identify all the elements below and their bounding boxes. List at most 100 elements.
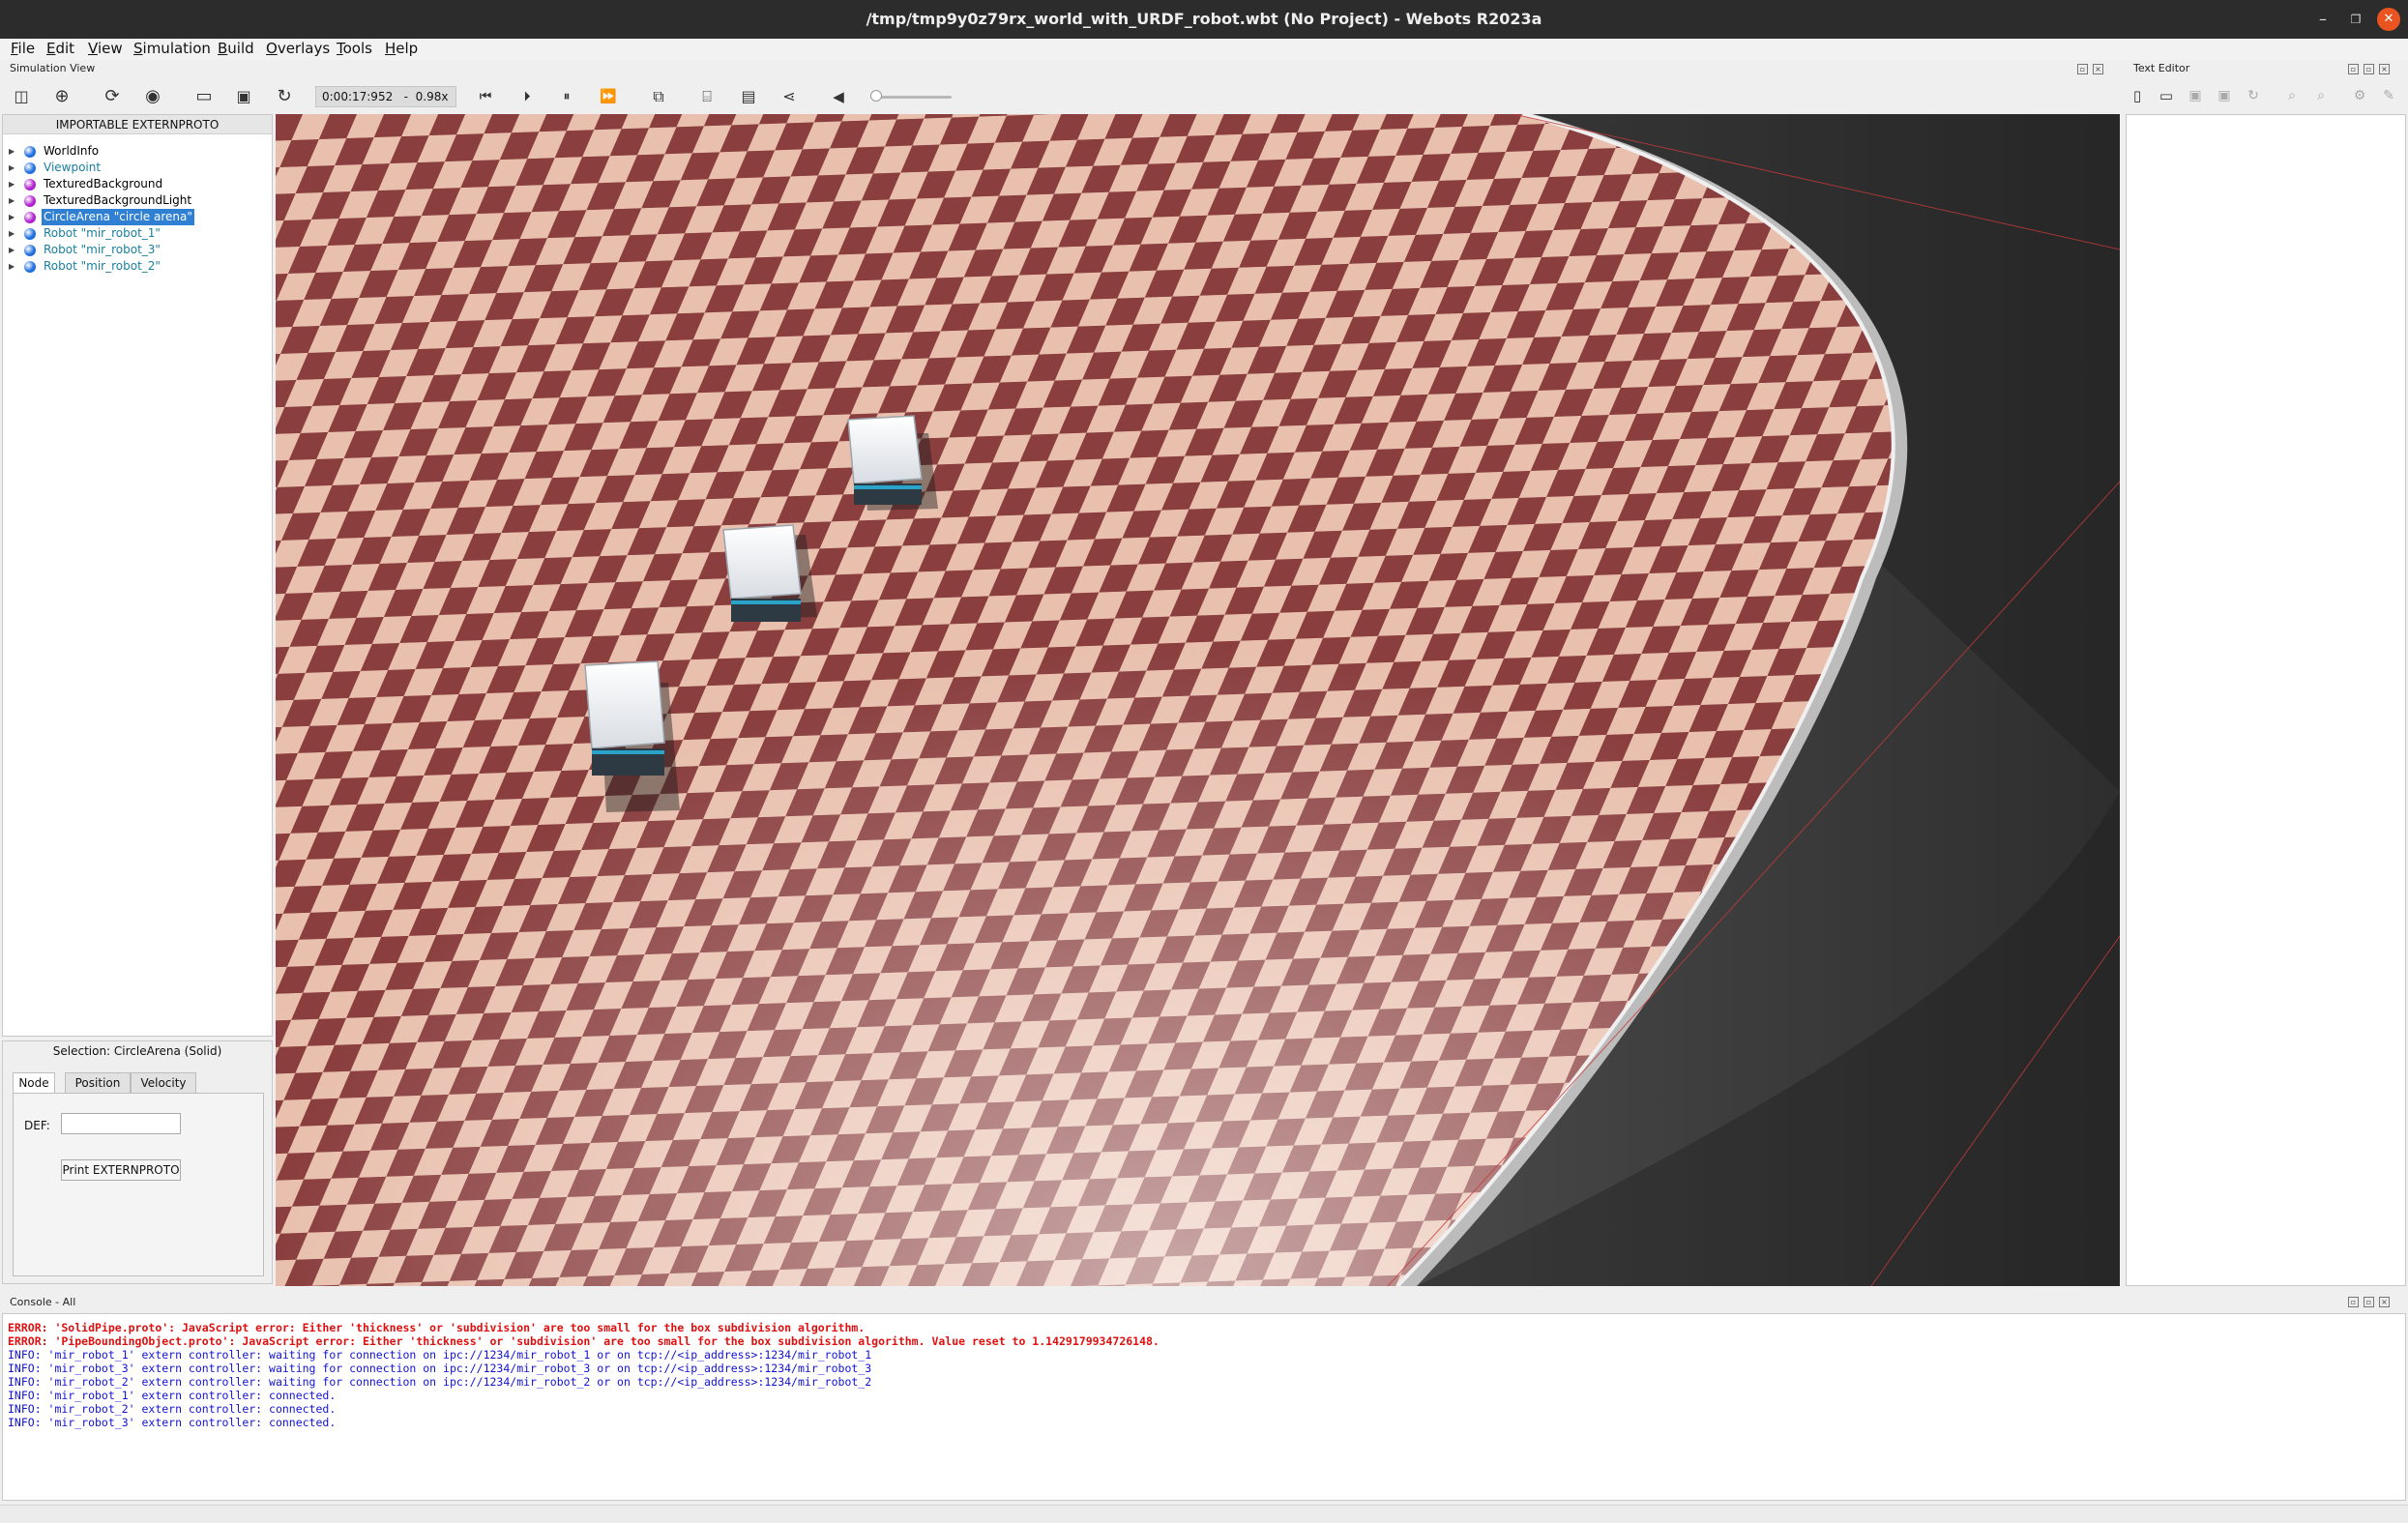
scene-tree-panel: IMPORTABLE EXTERNPROTO ▶ WorldInfo ▶ Viewpo… [2, 114, 273, 1037]
scene-tree-item[interactable]: ▶ CircleArena "circle arena" [3, 209, 272, 225]
volume-slider-track[interactable] [870, 96, 952, 99]
expand-arrow-icon[interactable]: ▶ [9, 160, 15, 176]
node-sphere-icon [24, 212, 36, 223]
menu-view[interactable]: View [88, 40, 123, 57]
maximize-icon[interactable]: ❐ [2344, 8, 2367, 31]
menu-bar: File Edit View Simulation Build Overlays… [0, 39, 2408, 60]
view-eye-icon[interactable]: ◉ [141, 85, 164, 108]
menu-file[interactable]: File [11, 40, 35, 57]
status-bar [0, 1505, 2408, 1523]
def-label: DEF: [24, 1119, 50, 1132]
tab-velocity[interactable]: Velocity [131, 1072, 196, 1094]
expand-arrow-icon[interactable]: ▶ [9, 225, 15, 242]
selection-panel: Selection: CircleArena (Solid) Node Posi… [2, 1040, 273, 1284]
build-gear-icon[interactable]: ⚙ [2348, 84, 2371, 107]
save-file-icon[interactable]: ▣ [2184, 84, 2207, 107]
simulation-speed: - 0.98x [403, 90, 449, 103]
float-icon[interactable]: ▫ [2077, 64, 2088, 74]
node-sphere-icon [24, 162, 36, 174]
expand-arrow-icon[interactable]: ▶ [9, 143, 15, 160]
scene-tree-item-label: TexturedBackground [44, 177, 163, 190]
scene-tree-item-label: WorldInfo [44, 144, 100, 158]
node-sphere-icon [24, 179, 36, 190]
scene-tree-item[interactable]: ▶ TexturedBackgroundLight [3, 192, 272, 209]
editor-float-icon[interactable]: ▫ [2364, 64, 2374, 74]
node-sphere-icon [24, 146, 36, 158]
scene-tree-item[interactable]: ▶ Robot "mir_robot_2" [3, 258, 272, 275]
menu-help[interactable]: Help [385, 40, 418, 57]
menu-simulation[interactable]: Simulation [133, 40, 211, 57]
scene-tree-item[interactable]: ▶ WorldInfo [3, 143, 272, 160]
node-sphere-icon [24, 195, 36, 207]
scene-tree-item[interactable]: ▶ Robot "mir_robot_1" [3, 225, 272, 242]
expand-arrow-icon[interactable]: ▶ [9, 242, 15, 258]
replace-icon[interactable]: ⌕ [2309, 84, 2333, 107]
scene-tree-item-label: Viewpoint [44, 161, 102, 174]
window-title: /tmp/tmp9y0z79rx_world_with_URDF_robot.w… [866, 10, 1542, 28]
render-toggle-icon[interactable]: ⧉ [647, 85, 670, 108]
save-as-icon[interactable]: ▣ [2213, 84, 2236, 107]
volume-slider-thumb[interactable] [870, 90, 882, 102]
clean-icon[interactable]: ✎ [2377, 84, 2400, 107]
open-world-icon[interactable]: ▭ [192, 85, 216, 108]
menu-build[interactable]: Build [218, 40, 254, 57]
share-icon[interactable]: ⋖ [778, 85, 801, 108]
tab-node[interactable]: Node [13, 1072, 55, 1094]
robot-mir-robot-3[interactable] [722, 524, 817, 622]
find-icon[interactable]: ⌕ [2280, 84, 2304, 107]
open-file-icon[interactable]: ▭ [2155, 84, 2178, 107]
expand-arrow-icon[interactable]: ▶ [9, 192, 15, 209]
add-node-icon[interactable]: ⊕ [50, 85, 73, 108]
revert-icon[interactable]: ↻ [2242, 84, 2265, 107]
expand-arrow-icon[interactable]: ▶ [9, 258, 15, 275]
menu-overlays[interactable]: Overlays [266, 40, 330, 57]
reload-world-icon[interactable]: ⟳ [101, 85, 124, 108]
step-back-icon[interactable]: ⏮ [474, 85, 497, 108]
scene-tree-item[interactable]: ▶ Viewpoint [3, 160, 272, 176]
console-info-line: INFO: 'mir_robot_1' extern controller: c… [8, 1389, 337, 1402]
menu-edit[interactable]: Edit [46, 40, 74, 57]
console-info-line: INFO: 'mir_robot_1' extern controller: w… [8, 1348, 872, 1362]
scene-tree-item-label: CircleArena "circle arena" [42, 209, 194, 225]
window-titlebar: /tmp/tmp9y0z79rx_world_with_URDF_robot.w… [0, 0, 2408, 39]
editor-minimize-icon[interactable]: ▫ [2348, 64, 2359, 74]
expand-arrow-icon[interactable]: ▶ [9, 209, 15, 225]
console-float-icon[interactable]: ▫ [2364, 1297, 2374, 1307]
console-error-line: ERROR: 'SolidPipe.proto': JavaScript err… [8, 1321, 866, 1334]
text-editor-area[interactable] [2126, 114, 2406, 1286]
console-output[interactable]: ERROR: 'SolidPipe.proto': JavaScript err… [2, 1313, 2406, 1501]
node-sphere-icon [24, 245, 36, 256]
toggle-scene-tree-icon[interactable]: ◫ [10, 85, 33, 108]
close-icon[interactable]: ✕ [2377, 8, 2400, 31]
mute-sound-icon[interactable]: ◀ [827, 85, 850, 108]
step-icon[interactable]: ⏵ [515, 85, 539, 108]
node-sphere-icon [24, 228, 36, 240]
scene-tree-item[interactable]: ▶ TexturedBackground [3, 176, 272, 192]
fast-forward-icon[interactable]: ⏩ [597, 85, 620, 108]
simulation-3d-viewport[interactable] [276, 114, 2120, 1286]
scene-tree-item-label: Robot "mir_robot_2" [44, 259, 161, 273]
tab-position[interactable]: Position [65, 1072, 131, 1094]
scene-render [276, 114, 2120, 1286]
close-dock-icon[interactable]: × [2093, 64, 2103, 74]
simulation-time: 0:00:17:952 [322, 90, 394, 103]
print-externproto-button[interactable]: Print EXTERNPROTO [61, 1159, 181, 1181]
reset-simulation-icon[interactable]: ↻ [273, 85, 296, 108]
console-close-icon[interactable]: × [2379, 1297, 2390, 1307]
menu-tools[interactable]: Tools [337, 40, 372, 57]
console-error-line: ERROR: 'PipeBoundingObject.proto': JavaS… [8, 1334, 1160, 1348]
save-world-icon[interactable]: ▣ [232, 85, 255, 108]
minimize-icon[interactable]: – [2311, 8, 2335, 31]
def-field[interactable] [61, 1113, 181, 1134]
console-minimize-icon[interactable]: ▫ [2348, 1297, 2359, 1307]
pause-icon[interactable]: ⏸ [555, 85, 578, 108]
scene-tree-item[interactable]: ▶ Robot "mir_robot_3" [3, 242, 272, 258]
editor-close-icon[interactable]: × [2379, 64, 2390, 74]
new-file-icon[interactable]: ▯ [2126, 84, 2149, 107]
expand-arrow-icon[interactable]: ▶ [9, 176, 15, 192]
record-movie-icon[interactable]: ▤ [737, 85, 760, 108]
screenshot-icon[interactable]: ⌸ [695, 85, 719, 108]
simulation-time-display: 0:00:17:952 - 0.98x [315, 86, 456, 107]
console-info-line: INFO: 'mir_robot_3' extern controller: c… [8, 1416, 337, 1429]
importable-externproto-header[interactable]: IMPORTABLE EXTERNPROTO [3, 115, 272, 134]
